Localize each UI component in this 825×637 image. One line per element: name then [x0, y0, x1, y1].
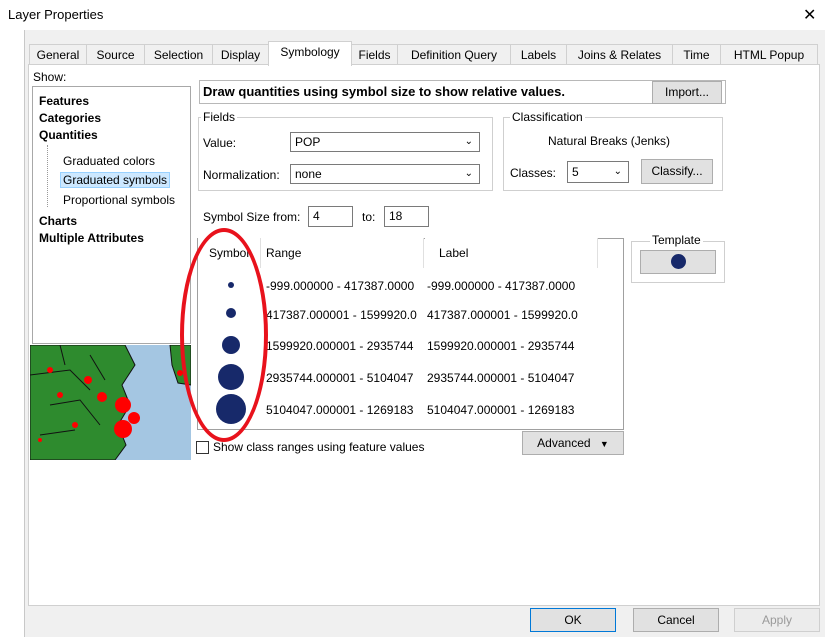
value-dropdown-text: POP [295, 135, 321, 149]
value-dropdown[interactable]: POP ⌄ [290, 132, 480, 152]
window-title: Layer Properties [8, 7, 104, 22]
tree-connector [47, 145, 49, 207]
classes-label: Classes: [510, 166, 557, 180]
symbol-size-from-label: Symbol Size from: [203, 210, 301, 224]
template-symbol-button[interactable] [640, 250, 716, 274]
description-box: Draw quantities using symbol size to sho… [199, 80, 726, 104]
tab-symbology[interactable]: Symbology [268, 41, 352, 66]
advanced-button-label: Advanced [537, 436, 591, 450]
import-button[interactable]: Import... [652, 81, 722, 104]
show-item-categories[interactable]: Categories [39, 111, 101, 125]
symbol-size-to-label: to: [362, 210, 376, 224]
range-cell[interactable]: 5104047.000001 - 1269183 [266, 403, 424, 417]
chevron-down-icon: ⌄ [464, 168, 473, 179]
chevron-down-icon: ⌄ [464, 136, 473, 147]
show-item-graduated-symbols[interactable]: Graduated symbols [60, 172, 171, 188]
normalization-dropdown-text: none [295, 167, 322, 181]
show-item-proportional-symbols[interactable]: Proportional symbols [63, 193, 175, 207]
show-item-multiple-attributes[interactable]: Multiple Attributes [39, 231, 144, 245]
show-class-ranges-checkbox[interactable] [196, 441, 209, 454]
show-item-features[interactable]: Features [39, 94, 89, 108]
label-cell[interactable]: 5104047.000001 - 1269183 [427, 403, 597, 417]
show-item-charts[interactable]: Charts [39, 214, 77, 228]
header-label[interactable]: Label [425, 238, 598, 268]
cancel-button[interactable]: Cancel [633, 608, 719, 632]
show-item-graduated-colors[interactable]: Graduated colors [63, 154, 155, 168]
header-range[interactable]: Range [261, 238, 424, 268]
tab-time[interactable]: Time [672, 44, 721, 65]
fields-group-label: Fields [201, 110, 238, 124]
caret-down-icon: ▼ [599, 439, 609, 449]
tab-selection[interactable]: Selection [144, 44, 213, 65]
symbol-size-from-input[interactable]: 4 [308, 206, 353, 227]
map-preview-image [30, 345, 191, 460]
classification-group-label: Classification [510, 110, 585, 124]
tab-display[interactable]: Display [212, 44, 269, 65]
range-cell[interactable]: 2935744.000001 - 5104047 [266, 371, 424, 385]
tab-html-popup[interactable]: HTML Popup [720, 44, 818, 65]
ok-button[interactable]: OK [530, 608, 616, 632]
show-item-quantities[interactable]: Quantities [39, 128, 98, 142]
label-cell[interactable]: 1599920.000001 - 2935744 [427, 339, 597, 353]
template-symbol-icon [671, 254, 686, 269]
label-cell[interactable]: 417387.000001 - 1599920.0 [427, 308, 597, 322]
tab-fields[interactable]: Fields [351, 44, 398, 65]
tab-definition-query[interactable]: Definition Query [397, 44, 511, 65]
template-label: Template [650, 233, 703, 247]
advanced-button[interactable]: Advanced ▼ [522, 431, 624, 455]
range-cell[interactable]: -999.000000 - 417387.0000 [266, 279, 424, 293]
tab-source[interactable]: Source [86, 44, 145, 65]
tab-joins-relates[interactable]: Joins & Relates [566, 44, 673, 65]
value-label: Value: [203, 136, 237, 150]
classes-dropdown-text: 5 [572, 165, 579, 179]
apply-button[interactable]: Apply [734, 608, 820, 632]
range-cell[interactable]: 417387.000001 - 1599920.0 [266, 308, 424, 322]
tab-general[interactable]: General [29, 44, 87, 65]
classes-dropdown[interactable]: 5 ⌄ [567, 161, 629, 183]
label-cell[interactable]: -999.000000 - 417387.0000 [427, 279, 597, 293]
description-text: Draw quantities using symbol size to sho… [203, 84, 565, 99]
classification-method: Natural Breaks (Jenks) [548, 134, 671, 148]
close-icon[interactable]: ✕ [803, 5, 816, 25]
classify-button[interactable]: Classify... [641, 159, 713, 184]
show-class-ranges-label: Show class ranges using feature values [213, 440, 425, 454]
annotation-ellipse [180, 228, 268, 442]
normalization-dropdown[interactable]: none ⌄ [290, 164, 480, 184]
show-list: Features Categories Quantities Graduated… [32, 86, 191, 344]
label-cell[interactable]: 2935744.000001 - 5104047 [427, 371, 597, 385]
chevron-down-icon: ⌄ [613, 166, 622, 177]
normalization-label: Normalization: [203, 168, 280, 182]
range-cell[interactable]: 1599920.000001 - 2935744 [266, 339, 424, 353]
tab-labels[interactable]: Labels [510, 44, 567, 65]
show-label: Show: [33, 70, 67, 84]
title-bar [0, 0, 825, 30]
symbol-size-to-input[interactable]: 18 [384, 206, 429, 227]
